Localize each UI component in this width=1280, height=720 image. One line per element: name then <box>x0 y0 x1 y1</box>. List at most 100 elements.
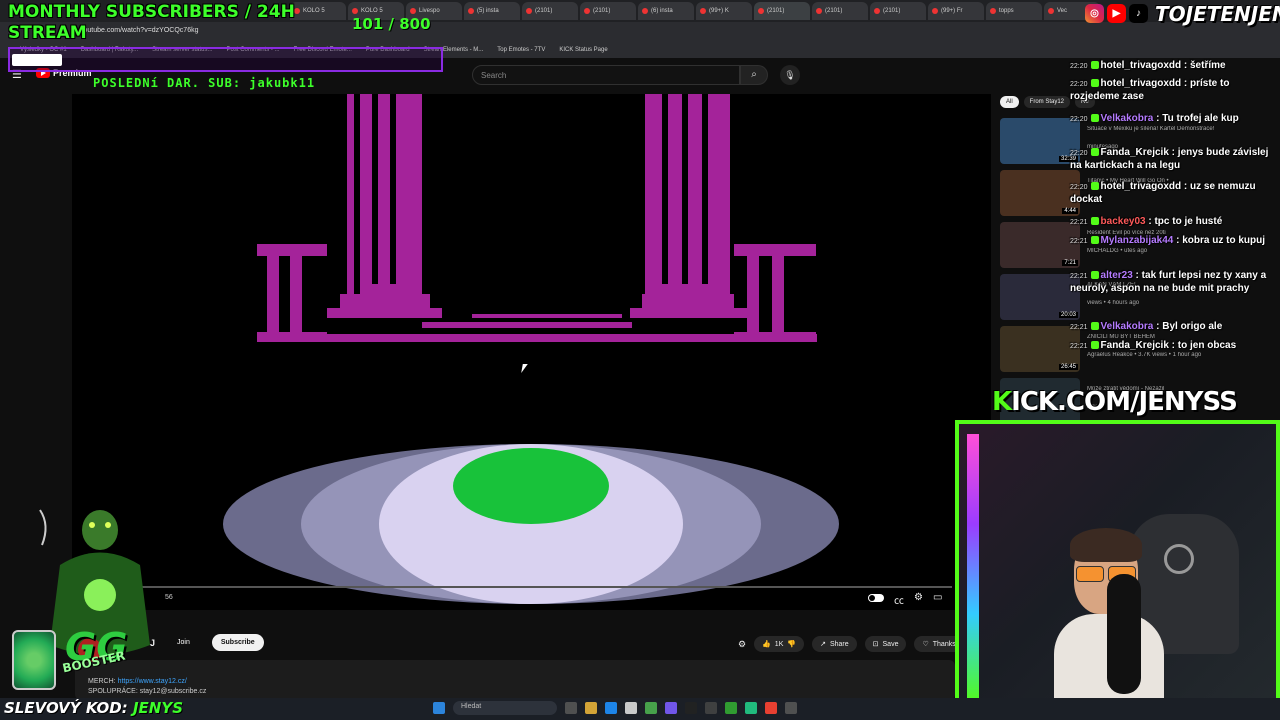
chat-separator: : <box>1153 321 1163 332</box>
chat-username[interactable]: hotel_trivagoxdd <box>1101 181 1182 192</box>
chat-separator: : <box>1181 60 1190 71</box>
recommendation-thumbnail[interactable]: 4:44 <box>1000 170 1080 216</box>
chat-separator: : <box>1168 340 1178 351</box>
chat-text: šetříme <box>1190 60 1226 71</box>
chat-username[interactable]: backey03 <box>1101 216 1146 227</box>
bookmark-item[interactable]: Top Emotes - 7TV <box>497 47 545 53</box>
chat-username[interactable]: Fanda_Krejcik <box>1101 340 1169 351</box>
subscriber-badge-icon <box>1090 148 1099 156</box>
subscriber-badge-icon <box>1090 114 1099 122</box>
video-actions: ⚙ 👍 1K 👎 ↗ Share ⊡ Save ♡ Thanks <box>738 636 964 652</box>
save-button[interactable]: ⊡ Save <box>864 636 907 652</box>
taskbar-icons: Hledat <box>433 701 797 715</box>
browser-tab[interactable]: (2101) <box>580 2 636 20</box>
miniplayer-icon[interactable]: ▭ <box>933 592 942 607</box>
filter-chip[interactable]: From Stay12 <box>1023 96 1071 108</box>
video-duration: 20:03 <box>1058 312 1078 318</box>
autoplay-toggle[interactable] <box>868 594 884 602</box>
discount-code-banner: SLEVOVÝ KOD: JENYS <box>4 699 183 717</box>
subscriber-badge-icon <box>1090 271 1099 279</box>
search-button[interactable]: ⌕ <box>740 65 768 85</box>
app-icon-2[interactable] <box>705 702 717 714</box>
taskbar-search[interactable]: Hledat <box>453 701 557 715</box>
video-duration: 7:21 <box>1062 260 1078 266</box>
tab-favicon-icon <box>1048 8 1054 14</box>
filter-chip[interactable]: All <box>1000 96 1019 108</box>
tab-favicon-icon <box>294 8 300 14</box>
recommendation-thumbnail[interactable]: 32:39 <box>1000 118 1080 164</box>
browser-tab[interactable]: (99+) Fr <box>928 2 984 20</box>
task-view-icon[interactable] <box>565 702 577 714</box>
music-icon[interactable] <box>765 702 777 714</box>
browser-tab[interactable]: (2101) <box>870 2 926 20</box>
chat-timestamp: 22:20 <box>1070 63 1088 70</box>
like-button[interactable]: 👍 1K 👎 <box>754 636 805 652</box>
chat-message: 22:20 Velkakobra : Tu trofej ale kup <box>1070 113 1275 126</box>
bookmark-item[interactable]: KICK Status Page <box>559 47 607 53</box>
like-count: 1K <box>774 640 784 648</box>
chat-separator: : <box>1181 78 1190 89</box>
chat-username[interactable]: hotel_trivagoxdd <box>1101 78 1182 89</box>
tab-label: (2101) <box>593 8 611 14</box>
tab-favicon-icon <box>874 8 880 14</box>
studio-microphone <box>1107 574 1141 694</box>
browser-tab[interactable]: (6) insta <box>638 2 694 20</box>
captions-icon[interactable]: ㏄ <box>894 592 904 607</box>
chat-username[interactable]: Fanda_Krejcik <box>1101 147 1169 158</box>
browser-tab[interactable]: (2101) <box>754 2 810 20</box>
chat-username[interactable]: Velkakobra <box>1101 321 1154 332</box>
chat-text: to jen obcas <box>1177 340 1237 351</box>
tab-favicon-icon <box>468 8 474 14</box>
thumbs-down-icon[interactable]: 👎 <box>787 640 796 648</box>
chat-username[interactable]: Mylanzabijak44 <box>1101 235 1174 246</box>
chat-username[interactable]: hotel_trivagoxdd <box>1101 60 1182 71</box>
app-icon-3[interactable] <box>725 702 737 714</box>
recommendation-thumbnail[interactable]: 7:21 <box>1000 222 1080 268</box>
edge-icon[interactable] <box>605 702 617 714</box>
game-scene <box>72 94 991 610</box>
thumbs-up-icon: 👍 <box>762 641 771 648</box>
windows-start-icon[interactable] <box>433 702 445 714</box>
browser-tab[interactable]: (5) insta <box>464 2 520 20</box>
search-input[interactable]: Search <box>472 65 740 85</box>
chat-timestamp: 22:21 <box>1070 273 1088 280</box>
tab-label: topps <box>999 8 1014 14</box>
join-button[interactable]: Join <box>169 634 198 651</box>
subscriber-badge-icon <box>1090 182 1099 190</box>
recommendation-thumbnail[interactable]: 26:45 <box>1000 326 1080 372</box>
video-progress-bar[interactable] <box>72 586 952 588</box>
recommendation-title[interactable]: Situace v Mexiku je šílená! Kartel Demon… <box>1087 126 1267 132</box>
discord-icon[interactable] <box>665 702 677 714</box>
chat-text: Byl origo ale <box>1162 321 1223 332</box>
browser-tab[interactable]: (99+) K <box>696 2 752 20</box>
chat-separator: : <box>1173 235 1183 246</box>
chat-username[interactable]: alter23 <box>1101 270 1133 281</box>
settings-gear-icon[interactable]: ⚙ <box>914 592 923 607</box>
browser-tab[interactable]: (2101) <box>522 2 578 20</box>
chrome-icon[interactable] <box>645 702 657 714</box>
chat-username[interactable]: Velkakobra <box>1101 113 1154 124</box>
store-icon[interactable] <box>625 702 637 714</box>
browser-tab[interactable]: topps <box>986 2 1042 20</box>
video-player[interactable] <box>72 94 991 610</box>
tab-label: Vec <box>1057 8 1068 14</box>
supplement-jar <box>12 630 56 690</box>
file-explorer-icon[interactable] <box>585 702 597 714</box>
description-box[interactable] <box>75 660 955 700</box>
app-icon-4[interactable] <box>745 702 757 714</box>
tab-label: (6) insta <box>651 8 673 14</box>
app-icon[interactable] <box>685 702 697 714</box>
share-button[interactable]: ↗ Share <box>812 636 857 652</box>
voice-search-button[interactable]: 🎙 <box>780 65 800 85</box>
recommendation-thumbnail[interactable]: 20:03 <box>1000 274 1080 320</box>
subscribe-button[interactable]: Subscribe <box>211 634 264 651</box>
tab-favicon-icon <box>990 8 996 14</box>
chat-timestamp: 22:20 <box>1070 150 1088 157</box>
browser-tab[interactable]: (2101) <box>812 2 868 20</box>
gift-icon[interactable]: ⚙ <box>738 639 746 650</box>
kick-k-letter: K <box>992 387 1012 417</box>
chat-message: 22:20 hotel_trivagoxdd : šetříme <box>1070 60 1275 73</box>
app-icon-5[interactable] <box>785 702 797 714</box>
browser-tab[interactable]: KOLO 5 <box>290 2 346 20</box>
chat-timestamp: 22:21 <box>1070 324 1088 331</box>
